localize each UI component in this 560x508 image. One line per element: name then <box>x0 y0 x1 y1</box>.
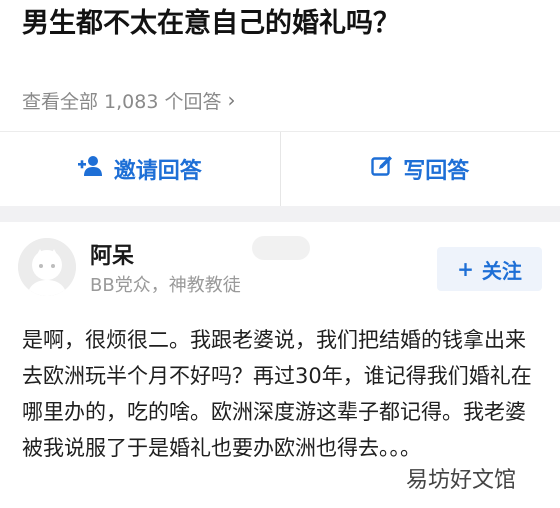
plus-icon: + <box>457 257 474 281</box>
avatar[interactable] <box>18 238 76 296</box>
answer-text: 是啊，很烦很二。我跟老婆说，我们把结婚的钱拿出来去欧洲玩半个月不好吗？再过30年… <box>22 328 532 460</box>
section-gap <box>0 206 560 222</box>
view-all-answers-link[interactable]: 查看全部 1,083 个回答 › <box>22 82 235 118</box>
follow-label: 关注 <box>481 258 522 283</box>
watermark: 易坊好文馆 <box>396 460 527 496</box>
question-title: 男生都不太在意自己的婚礼吗？ <box>22 8 400 39</box>
write-answer-button[interactable]: 写回答 <box>281 132 560 206</box>
author-bio: BB党众，神教教徒 <box>90 275 241 296</box>
invite-answer-button[interactable]: 邀请回答 <box>0 132 280 206</box>
invite-person-icon <box>77 155 104 183</box>
author-name[interactable]: 阿呆 <box>90 238 134 270</box>
follow-button[interactable]: + 关注 <box>437 247 542 291</box>
answer-action-bar: 邀请回答 写回答 <box>0 132 560 206</box>
invite-answer-label: 邀请回答 <box>113 159 202 184</box>
author-badge <box>252 236 310 260</box>
edit-icon <box>371 155 393 183</box>
view-all-label: 查看全部 1,083 个回答 <box>22 90 222 113</box>
write-answer-label: 写回答 <box>403 159 470 184</box>
chevron-right-icon: › <box>227 88 236 112</box>
